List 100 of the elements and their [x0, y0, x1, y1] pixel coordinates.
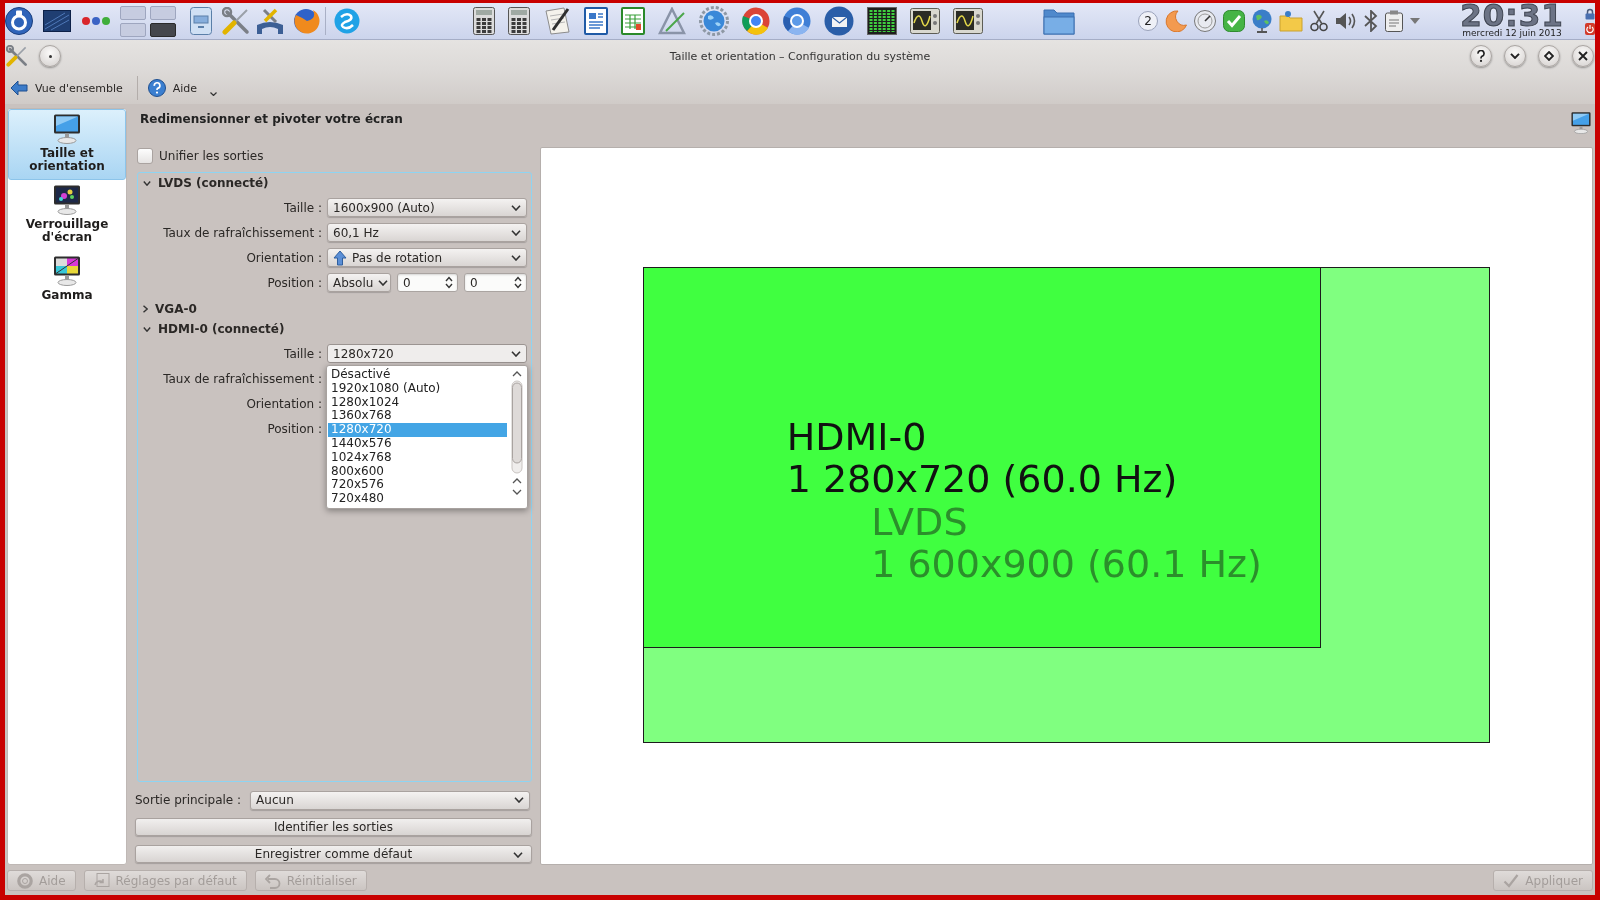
monitor-graph-icon[interactable] — [953, 8, 983, 34]
dial-icon[interactable] — [1194, 10, 1216, 32]
desktop-icon[interactable] — [43, 10, 71, 32]
dropdown[interactable]: 60,1 Hz — [327, 223, 527, 242]
colorful-monitor-icon — [53, 185, 81, 215]
check-icon[interactable] — [1223, 10, 1245, 32]
list-option[interactable]: 1024x768 — [328, 450, 507, 465]
identify-outputs-button[interactable]: Identifier les sorties — [135, 818, 532, 836]
list-option[interactable]: 1440x576 — [328, 437, 507, 451]
lock-icon[interactable] — [1585, 7, 1595, 20]
tools-icon[interactable] — [222, 7, 250, 35]
folder-user-icon[interactable] — [1279, 10, 1303, 32]
list-option[interactable]: 800x600 — [328, 464, 507, 479]
globe-logo-icon[interactable] — [292, 7, 320, 35]
sidebar-item[interactable]: Gamma — [8, 251, 126, 309]
close-button[interactable] — [1572, 45, 1594, 67]
output-header[interactable]: LVDS (connecté) — [142, 174, 269, 192]
spin-box[interactable]: 0 — [396, 273, 459, 292]
maximize-button[interactable] — [1538, 45, 1560, 67]
chevron-down-icon — [143, 180, 151, 186]
scissors-icon[interactable] — [1310, 10, 1328, 32]
sidebar-item[interactable]: Verrouillage d'écran — [8, 180, 126, 251]
ring-logo-icon[interactable] — [783, 7, 811, 35]
swirl-logo-icon[interactable] — [334, 8, 360, 34]
chevron-down-icon — [1510, 53, 1520, 59]
screen-name: HDMI-0 — [786, 415, 927, 458]
chevron-right-icon — [143, 305, 148, 313]
three-dots-icon[interactable] — [82, 17, 110, 25]
triangle-logo-icon[interactable] — [658, 7, 686, 35]
desktop-tile[interactable] — [120, 22, 146, 37]
dot-icon — [48, 54, 52, 58]
power-icon[interactable] — [1585, 22, 1595, 35]
desktop-tile[interactable] — [150, 22, 176, 37]
help-icon — [147, 79, 166, 97]
chevron-down-icon — [143, 326, 151, 332]
count-badge[interactable]: 2 — [1138, 11, 1158, 31]
field-label: Taux de rafraîchissement : — [163, 371, 322, 386]
bird-mail-icon[interactable] — [824, 6, 854, 36]
list-option[interactable]: 720x480 — [328, 492, 507, 506]
undo-arrow-icon — [264, 872, 281, 889]
clock-time[interactable]: 20:31 — [1460, 3, 1564, 28]
bluetooth-icon[interactable] — [1364, 10, 1378, 32]
help-button[interactable] — [1470, 45, 1492, 67]
ring-logo-icon[interactable] — [742, 7, 770, 35]
chevron-down-icon — [511, 204, 521, 211]
question-mark-icon — [1477, 50, 1485, 62]
screen-mode: 1 280x720 (60.0 Hz) — [786, 457, 1178, 500]
list-option[interactable]: 1360x768 — [328, 409, 507, 424]
arrow-up-icon — [333, 249, 347, 266]
dropdown[interactable]: 1280x720 — [327, 344, 527, 363]
chevron-down-icon — [513, 852, 523, 858]
globe-icon[interactable] — [1252, 9, 1272, 33]
list-option[interactable]: 1280x1024 — [328, 395, 507, 410]
dropdown[interactable]: Absolu — [327, 273, 391, 292]
back-arrow-icon — [10, 80, 28, 96]
dropdown[interactable]: Pas de rotation — [327, 248, 527, 267]
caret-icon[interactable] — [1410, 18, 1420, 24]
checkbox-label: Unifier les sorties — [159, 149, 264, 163]
checkbox[interactable] — [137, 148, 153, 164]
calculator-icon[interactable] — [473, 7, 495, 35]
spreadsheet-icon[interactable] — [621, 7, 645, 35]
screen-rectangle[interactable] — [643, 267, 1321, 648]
dropdown[interactable]: 1600x900 (Auto) — [327, 198, 527, 217]
desktop-tile[interactable] — [120, 5, 146, 20]
speaker-icon[interactable] — [1335, 10, 1357, 32]
text-document-icon[interactable] — [584, 7, 608, 35]
help-menu-button[interactable]: Aide — [143, 75, 222, 101]
caret-icon — [210, 92, 218, 96]
sidebar-item[interactable]: Taille et orientation — [8, 109, 126, 180]
page-heading: Redimensionner et pivoter votre écran — [140, 112, 403, 126]
calculator-icon[interactable] — [508, 7, 530, 35]
spin-arrows-icon — [445, 276, 454, 289]
field-label: Orientation : — [246, 396, 322, 411]
globe-gear-icon[interactable] — [699, 6, 729, 36]
round-logo-icon[interactable] — [5, 7, 33, 35]
list-option[interactable]: 720x576 — [328, 478, 507, 493]
overview-button[interactable]: Vue d'ensemble — [6, 75, 127, 101]
file-cabinet-icon[interactable] — [190, 7, 212, 35]
equalizer-icon[interactable] — [867, 7, 897, 35]
chevron-down-icon — [511, 254, 521, 261]
save-default-button[interactable]: Enregistrer comme défaut — [135, 845, 532, 863]
monitor-icon — [1570, 112, 1592, 134]
dropdown[interactable]: Aucun — [250, 790, 530, 810]
diamond-icon — [1544, 51, 1554, 61]
chevron-down-icon — [511, 350, 521, 357]
list-option[interactable]: 1920x1080 (Auto) — [328, 381, 507, 396]
spin-box[interactable]: 0 — [464, 273, 527, 292]
output-header[interactable]: HDMI-0 (connecté) — [142, 320, 285, 338]
folder-icon[interactable] — [1043, 7, 1075, 35]
monitor-graph-icon[interactable] — [910, 8, 940, 34]
field-label: Taille : — [284, 200, 322, 215]
desktop-tile[interactable] — [150, 5, 176, 20]
window-title: Taille et orientation – Configuration du système — [669, 49, 931, 63]
clipboard-icon[interactable] — [1385, 10, 1403, 32]
minimize-button[interactable] — [1504, 45, 1526, 67]
tools-tray-icon[interactable] — [256, 7, 284, 35]
pencil-paper-icon[interactable] — [543, 7, 571, 35]
output-header[interactable]: VGA-0 — [142, 300, 197, 318]
list-option[interactable]: Désactivé — [328, 368, 507, 382]
field-label: Position : — [267, 275, 322, 290]
